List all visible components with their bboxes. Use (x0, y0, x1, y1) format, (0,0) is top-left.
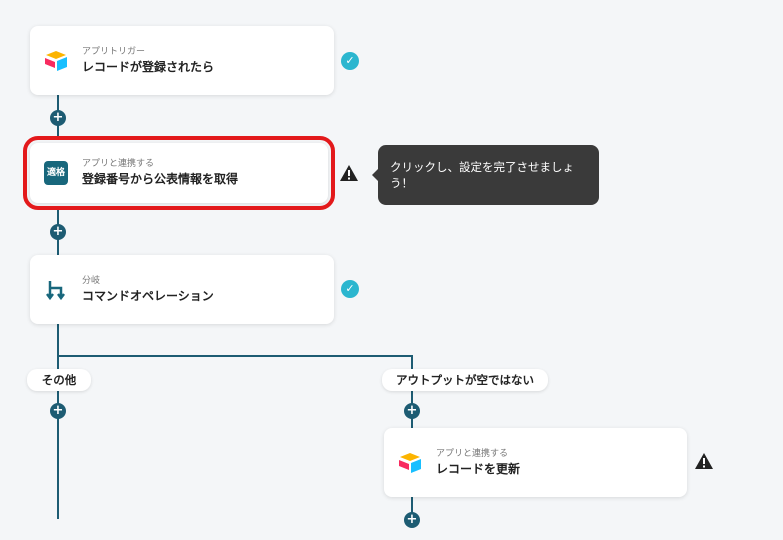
check-icon: ✓ (341, 52, 359, 70)
step-type-label: アプリトリガー (82, 46, 146, 57)
step-title: コマンドオペレーション (82, 288, 214, 303)
connector-line (57, 355, 413, 357)
flow-step-get-invoice-info[interactable]: 適格 アプリと連携する 登録番号から公表情報を取得 (23, 136, 335, 210)
flow-step-trigger[interactable]: アプリトリガー レコードが登録されたら (30, 26, 334, 95)
step-type-label: アプリと連携する (436, 448, 509, 459)
add-step-button[interactable]: + (50, 224, 66, 240)
tooltip-text: クリックし、設定を完了させましょう！ (390, 160, 574, 190)
step-title: レコードを更新 (436, 461, 521, 476)
add-step-button[interactable]: + (404, 403, 420, 419)
add-step-button[interactable]: + (50, 403, 66, 419)
connector-line (57, 323, 59, 519)
flow-step-update-record[interactable]: アプリと連携する レコードを更新 (384, 428, 687, 497)
step-type-label: アプリと連携する (82, 159, 155, 169)
tekikaku-icon: 適格 (44, 161, 68, 185)
add-step-button[interactable]: + (50, 110, 66, 126)
step-title: レコードが登録されたら (82, 59, 215, 74)
branch-icon (44, 278, 68, 302)
branch-label-other[interactable]: その他 (27, 369, 91, 391)
warning-icon (340, 165, 358, 181)
setup-tooltip: クリックし、設定を完了させましょう！ (372, 145, 599, 205)
airtable-icon (44, 49, 68, 73)
step-type-label: 分岐 (82, 275, 101, 286)
flow-step-branch[interactable]: 分岐 コマンドオペレーション (30, 255, 334, 324)
branch-label-output-not-empty[interactable]: アウトプットが空ではない (382, 369, 548, 391)
check-icon: ✓ (341, 280, 359, 298)
step-title: 登録番号から公表情報を取得 (82, 172, 239, 186)
airtable-icon (398, 451, 422, 475)
add-step-button[interactable]: + (404, 512, 420, 528)
warning-icon (695, 453, 713, 469)
